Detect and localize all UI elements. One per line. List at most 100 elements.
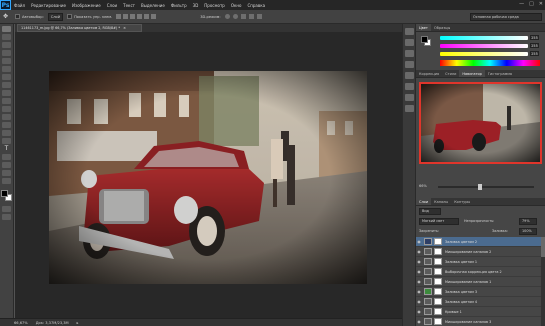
history-panel-icon[interactable] [404, 28, 414, 35]
menu-window[interactable]: Окно [228, 3, 245, 8]
status-arrow-icon[interactable]: ▸ [77, 321, 79, 325]
layer-mask-thumbnail[interactable] [434, 288, 442, 295]
move-tool-icon[interactable] [2, 26, 11, 32]
gradient-tool-icon[interactable] [2, 114, 11, 120]
tab-swatches[interactable]: Образцы [431, 24, 453, 31]
layer-name[interactable]: Микширование каналов 3 [445, 320, 525, 324]
type-tool-icon[interactable]: T [2, 146, 11, 152]
lasso-tool-icon[interactable] [2, 42, 11, 48]
quick-mask-icon[interactable] [2, 206, 11, 212]
layer-row[interactable]: ◉ Микширование каналов 3 [416, 317, 541, 326]
layer-row[interactable]: ◉ Микширование каналов 1 [416, 277, 541, 287]
blur-tool-icon[interactable] [2, 122, 11, 128]
tab-adjustments[interactable]: Коррекция [416, 70, 442, 77]
show-controls-option[interactable]: Показать упр. элем. [67, 14, 112, 19]
layer-name[interactable]: Заливка цветом 1 [445, 260, 525, 264]
menu-type[interactable]: Текст [120, 3, 138, 8]
menu-image[interactable]: Изображение [69, 3, 104, 8]
foreground-color-swatch[interactable] [0, 190, 8, 197]
layer-mask-thumbnail[interactable] [434, 308, 442, 315]
visibility-eye-icon[interactable]: ◉ [416, 247, 422, 257]
show-controls-checkbox[interactable] [67, 14, 73, 19]
menu-edit[interactable]: Редактирование [28, 3, 69, 8]
layer-mask-thumbnail[interactable] [434, 258, 442, 265]
screen-mode-icon[interactable] [2, 214, 11, 220]
layer-row[interactable]: ◉ Заливка цветом 1 [416, 257, 541, 267]
zoom-tool-icon[interactable] [2, 178, 11, 184]
fill-value[interactable]: 100% [519, 228, 537, 235]
move-tool-icon[interactable]: ✥ [3, 13, 11, 21]
crop-tool-icon[interactable] [2, 58, 11, 64]
layer-row[interactable]: ◉ Заливка цветом 4 [416, 297, 541, 307]
menu-3d[interactable]: 3D [190, 3, 202, 8]
red-slider[interactable] [440, 36, 528, 40]
green-slider[interactable] [440, 44, 528, 48]
red-value[interactable]: 255 [530, 35, 539, 40]
navigator-zoom-slider[interactable] [438, 186, 534, 188]
eyedropper-tool-icon[interactable] [2, 66, 11, 72]
layer-mask-thumbnail[interactable] [434, 268, 442, 275]
quick-select-tool-icon[interactable] [2, 50, 11, 56]
visibility-eye-icon[interactable]: ◉ [416, 257, 422, 267]
dodge-tool-icon[interactable] [2, 130, 11, 136]
align-middle-icon[interactable] [123, 14, 129, 19]
blend-mode-dropdown[interactable]: Мягкий свет [419, 218, 459, 225]
menu-layers[interactable]: Слои [104, 3, 120, 8]
layer-mask-thumbnail[interactable] [434, 318, 442, 325]
color-spectrum-bar[interactable] [440, 60, 540, 66]
autoselect-checkbox[interactable] [15, 14, 20, 19]
hand-tool-icon[interactable] [2, 170, 11, 176]
layer-row[interactable]: ◉ Заливка цветом 2 [416, 237, 541, 247]
align-top-icon[interactable] [116, 14, 122, 19]
properties-panel-icon[interactable] [404, 50, 414, 57]
eraser-tool-icon[interactable] [2, 106, 11, 112]
layer-mask-thumbnail[interactable] [434, 238, 442, 245]
layer-name[interactable]: Выборочная коррекция цвета 2 [445, 270, 525, 274]
visibility-eye-icon[interactable]: ◉ [416, 307, 422, 317]
color-swatches[interactable] [0, 190, 13, 202]
navigator-zoom-value[interactable]: 66% [419, 184, 427, 188]
marquee-tool-icon[interactable] [2, 34, 11, 40]
autoselect-dropdown[interactable]: Слой [47, 12, 64, 21]
healing-tool-icon[interactable] [2, 74, 11, 80]
blue-slider[interactable] [440, 52, 528, 56]
menu-select[interactable]: Выделение [138, 3, 168, 8]
color-picker-swatches[interactable] [421, 36, 431, 46]
visibility-eye-icon[interactable]: ◉ [416, 237, 422, 247]
navigator-zoom-handle[interactable] [478, 184, 482, 190]
menu-help[interactable]: Справка [244, 3, 268, 8]
workspace-dropdown[interactable]: Основная рабочая среда [470, 13, 542, 21]
blue-value[interactable]: 255 [530, 51, 539, 56]
shape-tool-icon[interactable] [2, 162, 11, 168]
green-value[interactable]: 255 [530, 43, 539, 48]
document-tab[interactable]: 11461173_m.jpg @ 66,7% (Заливка цветом 2… [17, 24, 142, 32]
tab-color[interactable]: Цвет [416, 24, 431, 31]
brush-tool-icon[interactable] [2, 82, 11, 88]
clone-source-panel-icon[interactable] [404, 105, 414, 112]
tab-layers[interactable]: Слои [416, 198, 432, 205]
layer-mask-thumbnail[interactable] [434, 248, 442, 255]
layer-name[interactable]: Заливка цветом 3 [445, 290, 525, 294]
layer-name[interactable]: Заливка цветом 4 [445, 300, 525, 304]
path-select-tool-icon[interactable] [2, 154, 11, 160]
scale-3d-icon[interactable] [256, 14, 262, 19]
tab-histogram[interactable]: Гистограмма [485, 70, 515, 77]
orbit-3d-icon[interactable] [224, 14, 230, 19]
color-fg-swatch[interactable] [421, 36, 428, 43]
menu-filter[interactable]: Фильтр [168, 3, 190, 8]
menu-view[interactable]: Просмотр [201, 3, 228, 8]
menu-file[interactable]: Файл [11, 3, 28, 8]
maximize-button[interactable]: □ [529, 1, 534, 7]
zoom-level[interactable]: 66,67% [14, 321, 28, 325]
roll-3d-icon[interactable] [232, 14, 238, 19]
visibility-eye-icon[interactable]: ◉ [416, 317, 422, 326]
tab-navigator[interactable]: Навигатор [459, 70, 485, 77]
layers-scrollbar-thumb[interactable] [541, 237, 545, 257]
layer-mask-thumbnail[interactable] [434, 278, 442, 285]
pan-3d-icon[interactable] [240, 14, 246, 19]
autoselect-option[interactable]: Автовыбор: [15, 14, 44, 19]
layer-row[interactable]: ◉ Микширование каналов 2 [416, 247, 541, 257]
visibility-eye-icon[interactable]: ◉ [416, 277, 422, 287]
layer-row[interactable]: ◉ Выборочная коррекция цвета 2 [416, 267, 541, 277]
opacity-value[interactable]: 79% [519, 218, 537, 225]
